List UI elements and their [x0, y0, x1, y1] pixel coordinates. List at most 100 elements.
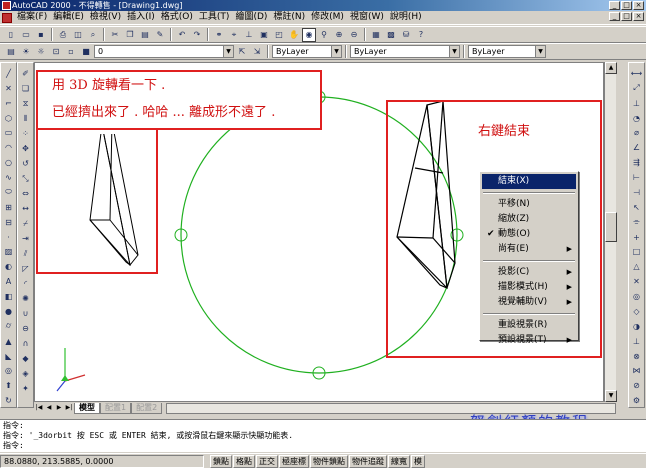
- menu-draw[interactable]: 繪圖(D): [232, 11, 270, 24]
- menu-format[interactable]: 格式(O): [158, 11, 196, 24]
- dim-ordinate-icon[interactable]: ⊥: [630, 97, 643, 110]
- color-dropdown[interactable]: ByLayer ▼: [272, 45, 342, 58]
- wedge-icon[interactable]: ◣: [2, 350, 15, 363]
- subtract-icon[interactable]: ⊖: [19, 322, 32, 335]
- menu-item-pan[interactable]: 平移(N): [482, 197, 576, 212]
- open-icon[interactable]: ▭: [19, 28, 33, 42]
- make-block-icon[interactable]: ⊟: [2, 216, 15, 229]
- copy-icon[interactable]: ❐: [123, 28, 137, 42]
- ellipse-icon[interactable]: ⬭: [2, 186, 15, 199]
- point-icon[interactable]: ·: [2, 231, 15, 244]
- scale-icon[interactable]: ⤡: [19, 172, 32, 185]
- quick-dim-icon[interactable]: ⇶: [630, 156, 643, 169]
- box-icon[interactable]: ◧: [2, 290, 15, 303]
- polyline-icon[interactable]: ⌐: [2, 97, 15, 110]
- mtext-icon[interactable]: A: [2, 275, 15, 288]
- region-icon[interactable]: ◐: [2, 260, 15, 273]
- tab-first-icon[interactable]: |◀: [34, 403, 44, 413]
- make-current-icon[interactable]: ⇱: [235, 45, 249, 59]
- zoom-window-icon[interactable]: ⊕: [332, 28, 346, 42]
- hatch-icon[interactable]: ▨: [2, 246, 15, 259]
- 3d-orbit-icon[interactable]: ◉: [302, 27, 316, 42]
- lineweight-dropdown[interactable]: ByLayer ▼: [468, 45, 546, 58]
- rotate-icon[interactable]: ↺: [19, 157, 32, 170]
- plot-icon[interactable]: ▫: [64, 45, 78, 59]
- menu-view[interactable]: 檢視(V): [87, 11, 124, 24]
- print-icon[interactable]: ⎙: [56, 28, 70, 42]
- trim-icon[interactable]: ⌿: [19, 217, 32, 230]
- scroll-up-icon[interactable]: ▲: [605, 62, 617, 74]
- menu-edit[interactable]: 編輯(E): [50, 11, 87, 24]
- array-icon[interactable]: ⁘: [19, 127, 32, 140]
- menu-item-projection[interactable]: 投影(C) ▶: [482, 265, 576, 280]
- chamfer-icon[interactable]: ◸: [19, 262, 32, 275]
- construction-line-icon[interactable]: ✕: [2, 82, 15, 95]
- aerial-view-icon[interactable]: ◰: [272, 28, 286, 42]
- scroll-down-icon[interactable]: ▼: [605, 390, 617, 402]
- center-mark-icon[interactable]: +: [630, 231, 643, 244]
- layer-previous-icon[interactable]: ⇲: [250, 45, 264, 59]
- dim-aligned-icon[interactable]: ⤢: [630, 82, 643, 95]
- status-snap[interactable]: 鎖點: [210, 454, 232, 468]
- menu-modify[interactable]: 修改(M): [308, 11, 347, 24]
- circle-icon[interactable]: ○: [2, 156, 15, 169]
- menu-file[interactable]: 檔案(F): [14, 11, 50, 24]
- tracking-icon[interactable]: ⌖: [227, 28, 241, 42]
- cone-icon[interactable]: ▲: [2, 335, 15, 348]
- snap-center-icon[interactable]: ◎: [630, 290, 643, 303]
- vertical-scrollbar[interactable]: ▲ ▼: [604, 62, 617, 402]
- properties-icon[interactable]: ▦: [369, 28, 383, 42]
- menu-insert[interactable]: 插入(I): [124, 11, 158, 24]
- design-center-icon[interactable]: ▩: [384, 28, 398, 42]
- snap-quadrant-icon[interactable]: ◇: [630, 305, 643, 318]
- lock-icon[interactable]: ⊡: [49, 45, 63, 59]
- insert-block-icon[interactable]: ⊞: [2, 201, 15, 214]
- copy-object-icon[interactable]: ❏: [19, 82, 32, 95]
- ucs-icon[interactable]: ⊥: [242, 28, 256, 42]
- menu-item-exit[interactable]: 結束(X): [482, 174, 576, 189]
- continue-icon[interactable]: ⊣: [630, 186, 643, 199]
- union-icon[interactable]: ∪: [19, 307, 32, 320]
- rectangle-icon[interactable]: ▭: [2, 127, 15, 140]
- 3d-view-icon[interactable]: ◆: [19, 352, 32, 365]
- redo-icon[interactable]: ↷: [190, 28, 204, 42]
- dim-angular-icon[interactable]: ∠: [630, 141, 643, 154]
- help-icon[interactable]: ?: [414, 28, 428, 42]
- dim-diameter-icon[interactable]: ⌀: [630, 127, 643, 140]
- find-icon[interactable]: ⌕: [86, 28, 100, 42]
- minimize-button[interactable]: _: [609, 1, 620, 10]
- maximize-button[interactable]: □: [621, 1, 632, 10]
- revolve-icon[interactable]: ↻: [2, 394, 15, 407]
- pan-icon[interactable]: ✋: [287, 28, 301, 42]
- snap-tangent-icon[interactable]: ◑: [630, 320, 643, 333]
- tab-next-icon[interactable]: ▶: [54, 403, 64, 413]
- snap-none-icon[interactable]: ⊘: [630, 379, 643, 392]
- menu-dimension[interactable]: 標註(N): [270, 11, 308, 24]
- status-polar[interactable]: 極座標: [279, 454, 309, 468]
- linetype-dropdown[interactable]: ByLayer ▼: [350, 45, 460, 58]
- coordinates-display[interactable]: 88.0880, 213.5885, 0.0000: [0, 454, 204, 468]
- color-swatch-icon[interactable]: ■: [79, 45, 93, 59]
- snap-endpoint-icon[interactable]: □: [630, 246, 643, 259]
- dim-linear-icon[interactable]: ⟷: [630, 67, 643, 80]
- line-icon[interactable]: ╱: [2, 67, 15, 80]
- status-lineweight[interactable]: 線寬: [388, 454, 410, 468]
- scroll-thumb[interactable]: [605, 212, 617, 242]
- autocad-app-icon[interactable]: [2, 1, 11, 10]
- lengthen-icon[interactable]: ↔: [19, 202, 32, 215]
- document-icon[interactable]: [2, 13, 12, 23]
- offset-icon[interactable]: ⫴: [19, 112, 32, 125]
- stretch-icon[interactable]: ⇔: [19, 187, 32, 200]
- command-line[interactable]: 指令: 指令: '_3dorbit 按 ESC 或 ENTER 結束, 或按滑鼠…: [0, 419, 646, 452]
- leader-icon[interactable]: ↖: [630, 201, 643, 214]
- menu-item-more[interactable]: 尚有(E) ▶: [482, 242, 576, 257]
- erase-icon[interactable]: ✐: [19, 67, 32, 80]
- status-otrack[interactable]: 物件追蹤: [349, 454, 387, 468]
- close-button[interactable]: ×: [633, 1, 644, 10]
- arc-icon[interactable]: ◠: [2, 141, 15, 154]
- status-grid[interactable]: 格點: [233, 454, 255, 468]
- render-icon[interactable]: ✦: [19, 382, 32, 395]
- menu-help[interactable]: 說明(H): [387, 11, 425, 24]
- named-views-icon[interactable]: ▣: [257, 28, 271, 42]
- menu-item-reset-view[interactable]: 重設視景(R): [482, 318, 576, 333]
